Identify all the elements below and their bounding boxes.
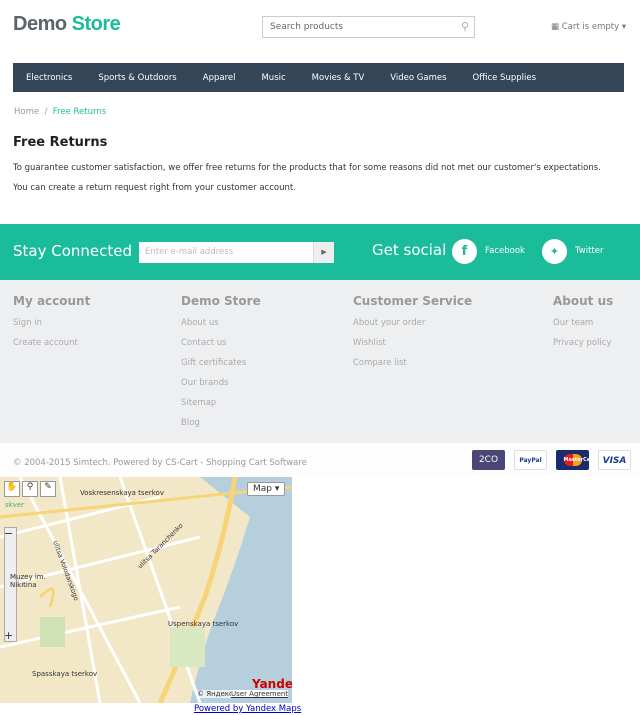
cart-dropdown[interactable]: ▦ Cart is empty ▾ [551,22,626,32]
paragraph: To guarantee customer satisfaction, we o… [13,163,601,173]
paragraph: You can create a return request right fr… [13,183,296,193]
yandex-maps-link[interactable]: Powered by Yandex Maps [194,704,301,714]
newsletter-band: Stay Connected Enter e-mail address ▶ Get… [0,224,640,280]
footer-bottom: © 2004-2015 Simtech. Powered by CS-Cart … [0,443,640,477]
paypal-icon: PayPal [514,450,547,470]
footer-link[interactable]: Our brands [181,378,261,398]
nav-item[interactable]: Apparel [203,73,236,83]
2co-icon: 2CO [472,450,505,470]
yandex-map[interactable]: ✋ ⚲ ✎ Map ▾ − + Voskresenskaya tserkov M… [0,477,292,703]
footer-col-service: Customer Service About your order Wishlis… [353,294,472,378]
footer: My account Sign in Create account Demo St… [0,280,640,443]
twitter-link[interactable]: Twitter [575,246,604,256]
footer-col-about: About us Our team Privacy policy [553,294,613,358]
footer-link[interactable]: Contact us [181,338,261,358]
yandex-logo: Yandex [252,677,292,691]
page-title: Free Returns [13,135,108,150]
footer-link[interactable]: Sitemap [181,398,261,418]
footer-link[interactable]: Create account [13,338,90,358]
zoom-in-icon[interactable]: + [4,629,13,642]
footer-link[interactable]: Our team [553,318,613,338]
footer-link[interactable]: About your order [353,318,472,338]
chevron-down-icon: ▾ [621,22,627,32]
subscribe-button[interactable]: ▶ [313,242,334,263]
nav-item[interactable]: Electronics [26,73,72,83]
magnifier-icon[interactable]: ⚲ [22,481,38,497]
nav-item[interactable]: Movies & TV [312,73,365,83]
visa-icon: VISA [598,450,631,470]
nav-item[interactable]: Sports & Outdoors [98,73,176,83]
footer-link[interactable]: Blog [181,418,261,438]
ruler-icon[interactable]: ✎ [40,481,56,497]
twitter-icon[interactable]: ✦ [542,239,567,264]
hand-icon[interactable]: ✋ [4,481,20,497]
main-nav: Electronics Sports & Outdoors Apparel Mu… [13,63,624,92]
search-input[interactable]: Search products ⚲ [262,16,475,38]
footer-link[interactable]: Privacy policy [553,338,613,358]
cart-icon: ▦ [551,22,560,32]
footer-link[interactable]: Gift certificates [181,358,261,378]
facebook-link[interactable]: Facebook [485,246,525,256]
map-type-button[interactable]: Map ▾ [247,482,286,496]
nav-item[interactable]: Music [261,73,285,83]
user-agreement-link[interactable]: User Agreement [231,690,289,698]
breadcrumb: Home / Free Returns [14,107,107,117]
footer-link[interactable]: About us [181,318,261,338]
email-input[interactable]: Enter e-mail address ▶ [139,242,334,263]
nav-item[interactable]: Office Supplies [473,73,536,83]
footer-link[interactable]: Wishlist [353,338,472,358]
footer-col-account: My account Sign in Create account [13,294,90,358]
footer-link[interactable]: Compare list [353,358,472,378]
search-icon[interactable]: ⚲ [461,20,469,33]
logo[interactable]: Demo Store [13,13,121,36]
footer-link[interactable]: Sign in [13,318,90,338]
breadcrumb-home[interactable]: Home [14,107,39,117]
facebook-icon[interactable]: f [452,239,477,264]
footer-col-store: Demo Store About us Contact us Gift certif… [181,294,261,438]
nav-item[interactable]: Video Games [390,73,446,83]
zoom-out-icon[interactable]: − [4,527,13,540]
mastercard-icon: MasterCard [556,450,596,470]
map-tools: ✋ ⚲ ✎ [4,481,56,497]
